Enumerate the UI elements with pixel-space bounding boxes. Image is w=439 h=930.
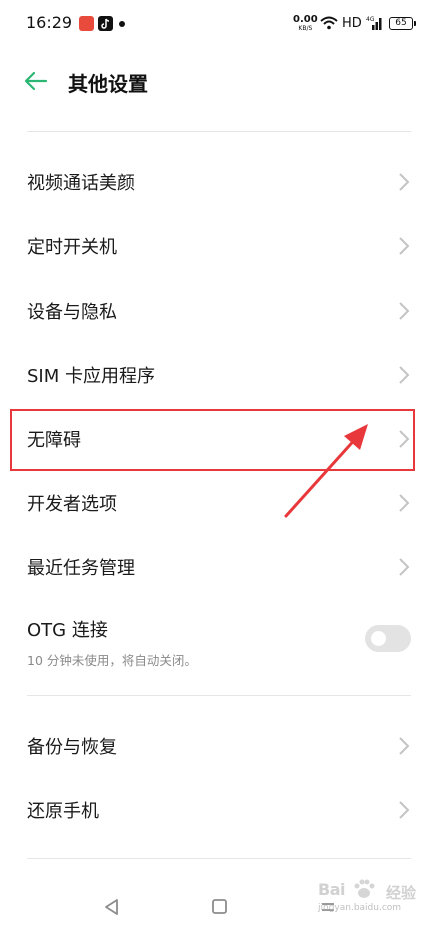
chevron-right-icon xyxy=(399,801,410,819)
chevron-right-icon xyxy=(399,737,410,755)
setting-label: SIM 卡应用程序 xyxy=(27,366,155,387)
setting-row-device-privacy[interactable]: 设备与隐私 xyxy=(0,279,439,343)
battery-level: 65 xyxy=(395,18,407,28)
setting-row-scheduled-power[interactable]: 定时开关机 xyxy=(0,214,439,278)
setting-label: OTG 连接 xyxy=(27,620,108,641)
watermark-url: jingyan.baidu.com xyxy=(318,903,402,913)
setting-row-video-call-beauty[interactable]: 视频通话美颜 xyxy=(0,150,439,214)
setting-row-otg: OTG 连接 10 分钟未使用，将自动关闭。 xyxy=(0,612,439,682)
setting-label: 备份与恢复 xyxy=(27,737,117,758)
setting-label: 最近任务管理 xyxy=(27,558,135,579)
network-speed-value: 0.00 xyxy=(293,14,318,25)
tiktok-icon xyxy=(98,16,113,31)
status-bar: 16:29 0.00 KB/S HD 4G 65 xyxy=(0,0,439,50)
annotation-arrow-icon xyxy=(284,424,368,518)
watermark-logo: Bai xyxy=(318,880,345,899)
network-speed-unit: KB/S xyxy=(298,25,313,32)
chevron-right-icon xyxy=(399,366,410,384)
setting-label: 定时开关机 xyxy=(27,237,117,258)
chevron-right-icon xyxy=(399,237,410,255)
chevron-right-icon xyxy=(399,302,410,320)
battery-icon: 65 xyxy=(389,17,416,30)
paw-icon xyxy=(354,879,375,898)
signal-type-label: 4G xyxy=(366,16,375,23)
setting-row-recent-tasks[interactable]: 最近任务管理 xyxy=(0,535,439,599)
app-notification-icon xyxy=(79,16,94,31)
divider xyxy=(27,131,411,132)
nav-back-icon[interactable] xyxy=(103,898,119,916)
setting-row-reset-phone[interactable]: 还原手机 xyxy=(0,778,439,842)
setting-label: 开发者选项 xyxy=(27,494,117,515)
network-speed: 0.00 KB/S xyxy=(293,15,318,33)
nav-home-icon[interactable] xyxy=(211,898,227,916)
back-arrow-icon[interactable] xyxy=(24,70,48,92)
hd-voice-indicator: HD xyxy=(342,16,362,31)
divider xyxy=(27,695,411,696)
setting-label: 还原手机 xyxy=(27,801,99,822)
wifi-icon xyxy=(320,16,338,30)
otg-toggle[interactable] xyxy=(365,625,411,652)
chevron-right-icon xyxy=(399,558,410,576)
toggle-knob xyxy=(371,631,386,646)
status-time: 16:29 xyxy=(26,13,73,32)
setting-row-sim-apps[interactable]: SIM 卡应用程序 xyxy=(0,343,439,407)
watermark-name: 经验 xyxy=(386,884,417,902)
setting-label: 视频通话美颜 xyxy=(27,173,135,194)
divider xyxy=(27,858,411,859)
setting-label: 设备与隐私 xyxy=(27,302,117,323)
page-title: 其他设置 xyxy=(68,72,148,96)
app-header: 其他设置 xyxy=(0,50,439,112)
baidu-jingyan-watermark: Bai 经验 jingyan.baidu.com xyxy=(318,878,432,924)
cell-signal-icon: 4G xyxy=(366,16,382,30)
chevron-right-icon xyxy=(399,173,410,191)
setting-subtitle: 10 分钟未使用，将自动关闭。 xyxy=(27,653,197,668)
chevron-right-icon xyxy=(399,494,410,512)
notification-dot-icon xyxy=(119,21,125,27)
setting-row-backup-restore[interactable]: 备份与恢复 xyxy=(0,714,439,778)
